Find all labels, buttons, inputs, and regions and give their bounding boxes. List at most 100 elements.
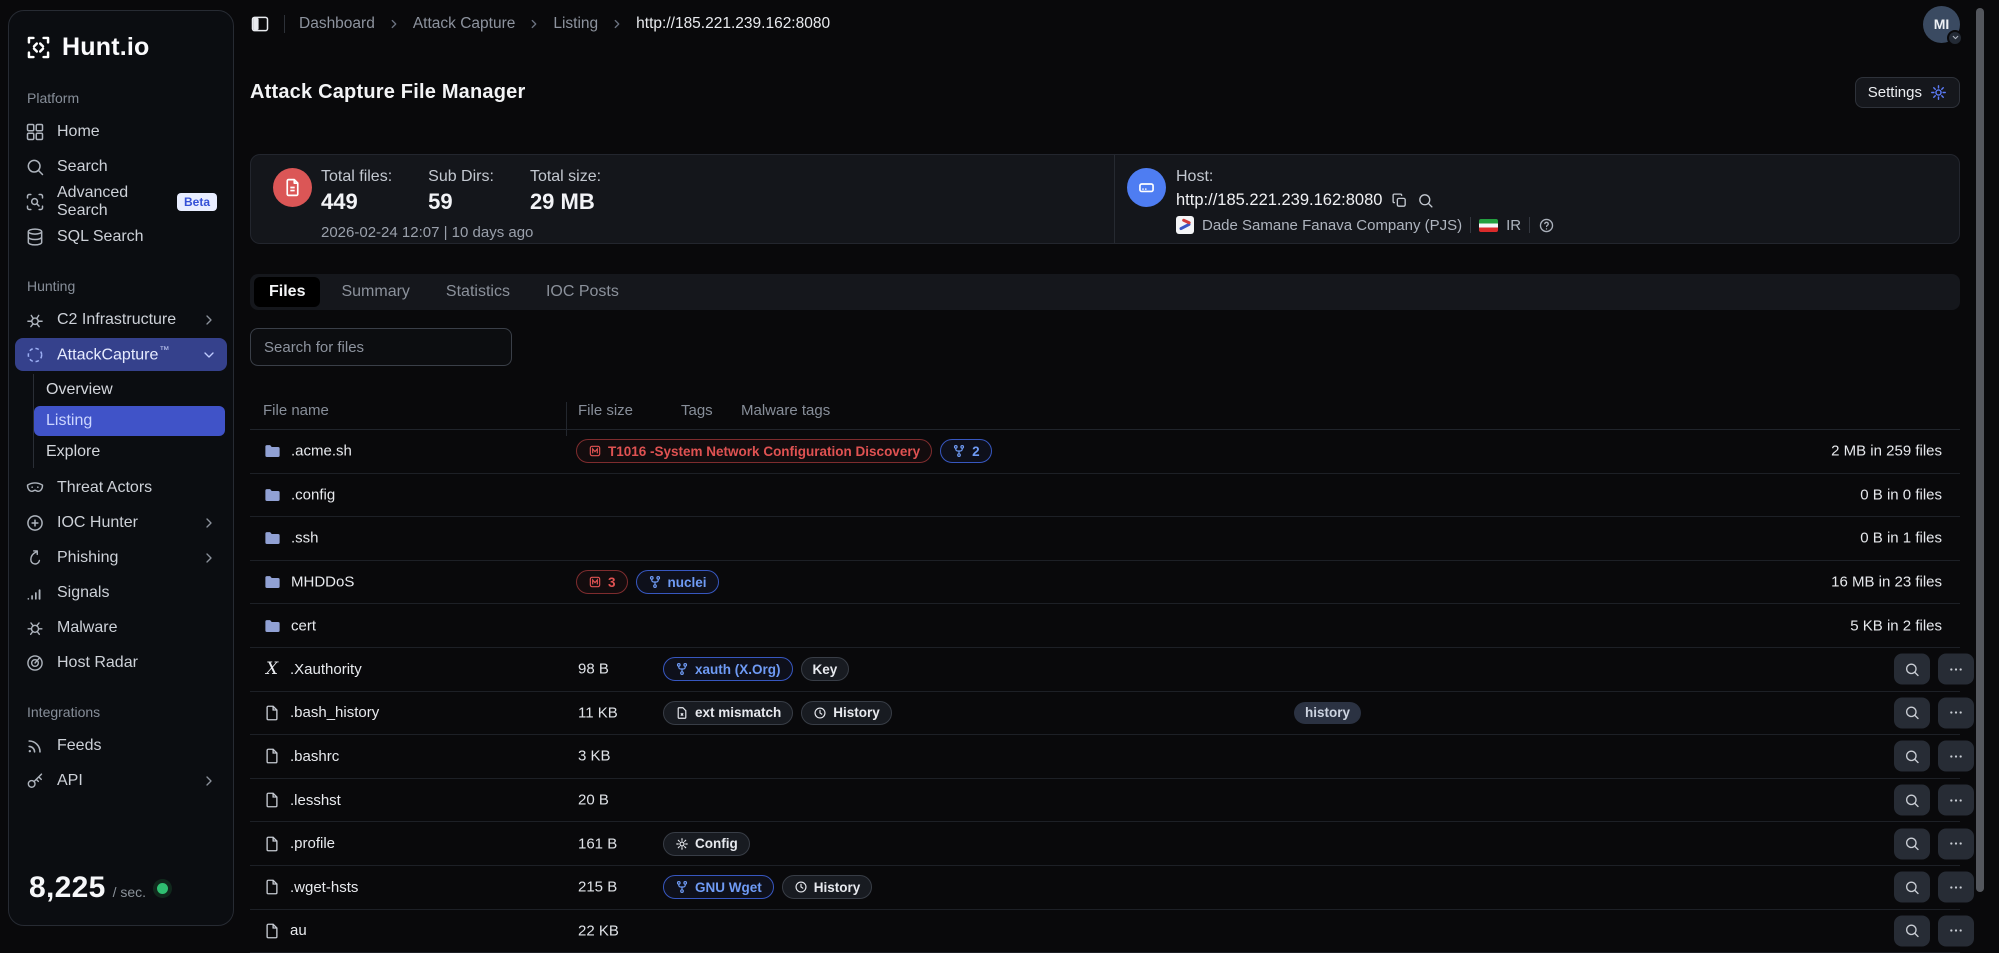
mitre-tag-pill[interactable]: T1016 -System Network Configuration Disc…	[576, 439, 933, 464]
sidebar-toggle-icon[interactable]	[250, 14, 270, 34]
search-icon	[27, 159, 44, 175]
gear-icon	[676, 837, 688, 850]
preview-button[interactable]	[1894, 915, 1930, 947]
tab-statistics[interactable]: Statistics	[431, 277, 525, 307]
search-input[interactable]	[251, 338, 511, 356]
preview-button[interactable]	[1894, 653, 1930, 685]
overview-card: Total files: 449 Sub Dirs: 59 Total size…	[250, 154, 1960, 244]
table-row[interactable]: .bash_history 11 KB ext mismatch History…	[250, 692, 1974, 736]
more-button[interactable]	[1938, 828, 1974, 860]
table-row[interactable]: .profile 161 B Config	[250, 822, 1974, 866]
xorg-icon: X	[265, 659, 279, 680]
folder-icon	[265, 532, 280, 545]
oss-tag-pill[interactable]: xauth (X.Org)	[663, 657, 793, 682]
tag-pill[interactable]: History	[801, 700, 892, 725]
tag-pill[interactable]: ext mismatch	[663, 700, 794, 725]
oss-tag-pill[interactable]: 2	[940, 439, 992, 464]
dir-size-summary: 0 B in 1 files	[1860, 529, 1942, 547]
malware-tag-pill[interactable]: history	[1294, 701, 1362, 724]
breadcrumb-attack-capture[interactable]: Attack Capture	[413, 15, 516, 33]
tab-ioc-posts[interactable]: IOC Posts	[531, 277, 634, 307]
brand[interactable]: Hunt.io	[9, 27, 233, 66]
oss-tag-pill[interactable]: nuclei	[635, 570, 719, 595]
tag-pill[interactable]: Key	[800, 657, 850, 682]
sidebar-item-search[interactable]: Search	[15, 150, 227, 183]
attackcapture-submenu: Overview Listing Explore	[33, 374, 225, 468]
tab-files[interactable]: Files	[254, 277, 321, 307]
rss-icon	[28, 739, 41, 753]
table-row[interactable]: .wget-hsts 215 B GNU Wget History	[250, 866, 1974, 910]
bug-icon	[27, 621, 43, 635]
more-button[interactable]	[1938, 871, 1974, 903]
more-button[interactable]	[1938, 915, 1974, 947]
sidebar-item-signals[interactable]: Signals	[15, 576, 227, 609]
clock-icon	[814, 707, 826, 719]
beta-badge: Beta	[176, 192, 217, 211]
tag-pill[interactable]: Config	[663, 831, 750, 856]
ellipsis-icon	[1950, 929, 1962, 932]
sidebar-item-feeds[interactable]: Feeds	[15, 729, 227, 762]
more-button[interactable]	[1938, 784, 1974, 816]
mitre-tag-pill[interactable]: 3	[576, 570, 628, 595]
sidebar-item-host-radar[interactable]: Host Radar	[15, 646, 227, 679]
table-row[interactable]: .lesshst 20 B	[250, 779, 1974, 823]
search-host-icon[interactable]	[1417, 192, 1434, 209]
preview-button[interactable]	[1894, 697, 1930, 729]
table-row[interactable]: .acme.sh T1016 -System Network Configura…	[250, 430, 1960, 474]
sidebar-item-advanced-search[interactable]: Advanced Search Beta	[15, 184, 227, 219]
preview-button[interactable]	[1894, 784, 1930, 816]
tab-summary[interactable]: Summary	[326, 277, 424, 307]
table-row[interactable]: MHDDoS 3 nuclei 16 MB in 23 files	[250, 561, 1960, 605]
search-icon	[1906, 750, 1919, 764]
breadcrumb-listing[interactable]: Listing	[553, 15, 598, 33]
sidebar-item-ioc-hunter[interactable]: IOC Hunter	[15, 506, 227, 539]
sidebar-item-sql-search[interactable]: SQL Search	[15, 220, 227, 253]
table-row[interactable]: au 22 KB	[250, 910, 1974, 953]
page-title: Attack Capture File Manager	[250, 80, 526, 103]
signal-bars-icon	[25, 583, 45, 603]
sidebar-item-api[interactable]: API	[15, 764, 227, 797]
sidebar-item-phishing[interactable]: Phishing	[15, 541, 227, 574]
preview-button[interactable]	[1894, 871, 1930, 903]
user-menu[interactable]: MI	[1923, 5, 1963, 46]
git-fork-icon	[954, 445, 965, 458]
more-button[interactable]	[1938, 740, 1974, 772]
preview-button[interactable]	[1894, 740, 1930, 772]
breadcrumb-dashboard[interactable]: Dashboard	[299, 15, 375, 33]
hunt-logo-icon	[27, 36, 50, 59]
settings-button[interactable]: Settings	[1854, 76, 1960, 108]
table-row[interactable]: .config 0 B in 0 files	[250, 474, 1960, 518]
table-row[interactable]: cert 5 KB in 2 files	[250, 604, 1960, 648]
database-icon	[27, 227, 43, 246]
copy-icon[interactable]	[1391, 192, 1408, 209]
sidebar-item-listing[interactable]: Listing	[34, 406, 225, 436]
help-icon[interactable]	[1538, 217, 1555, 234]
sidebar-item-malware[interactable]: Malware	[15, 611, 227, 644]
table-row[interactable]: X .Xauthority 98 B xauth (X.Org) Key	[250, 648, 1974, 692]
tag-pill[interactable]: History	[781, 875, 873, 900]
stat-sub-dirs: Sub Dirs: 59	[428, 168, 494, 214]
sidebar-item-attackcapture[interactable]: AttackCapture™	[15, 338, 227, 371]
scrollbar-thumb[interactable]	[1976, 8, 1984, 892]
chevron-down-icon	[204, 351, 214, 358]
sidebar-item-overview[interactable]: Overview	[34, 375, 225, 405]
table-row[interactable]: .ssh 0 B in 1 files	[250, 517, 1960, 561]
table-row[interactable]: .bashrc 3 KB	[250, 735, 1974, 779]
stat-total-size: Total size: 29 MB	[529, 168, 602, 214]
preview-button[interactable]	[1894, 828, 1930, 860]
spider-icon	[27, 314, 43, 327]
sidebar-item-home[interactable]: Home	[15, 115, 227, 148]
sidebar-item-c2-infrastructure[interactable]: C2 Infrastructure	[15, 303, 227, 336]
page-scrollbar[interactable]	[1974, 0, 1986, 936]
section-label-platform: Platform	[27, 90, 80, 106]
oss-tag-pill[interactable]: GNU Wget	[663, 875, 774, 900]
more-button[interactable]	[1938, 653, 1974, 685]
sidebar-item-explore[interactable]: Explore	[34, 437, 225, 467]
search-icon	[1906, 663, 1919, 676]
ellipsis-icon	[1950, 798, 1962, 802]
key-icon	[27, 772, 43, 788]
mitre-icon	[589, 576, 601, 588]
host-url: http://185.221.239.162:8080	[1176, 191, 1383, 209]
more-button[interactable]	[1938, 697, 1974, 729]
sidebar-item-threat-actors[interactable]: Threat Actors	[15, 471, 227, 504]
